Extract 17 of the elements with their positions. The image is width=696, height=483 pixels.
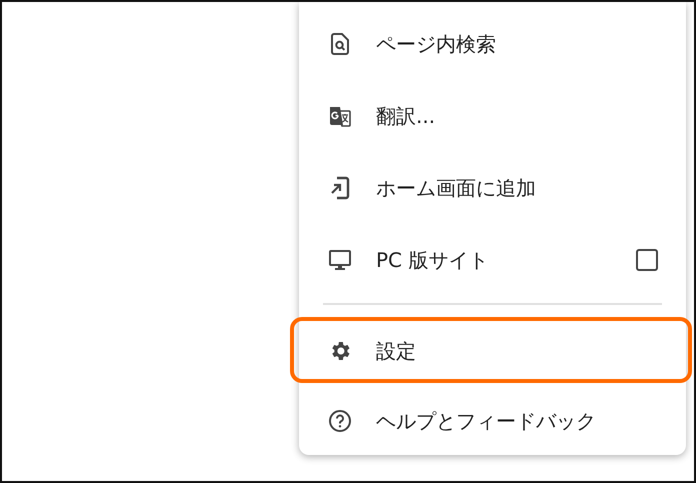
- search-icon: [328, 32, 352, 56]
- menu-item-label: 設定: [376, 338, 417, 364]
- menu-item[interactable]: 設定: [299, 315, 686, 387]
- menu-item[interactable]: ページ内検索: [299, 8, 686, 80]
- menu-item-label: ヘルプとフィードバック: [376, 408, 597, 434]
- menu-item-label: PC 版サイト: [376, 246, 490, 274]
- menu-item[interactable]: ホーム画面に追加: [299, 152, 686, 224]
- translate-icon: [328, 104, 352, 128]
- help-icon: [328, 409, 352, 433]
- menu-item[interactable]: 翻訳...: [299, 80, 686, 152]
- menu-item-label: ホーム画面に追加: [376, 174, 537, 202]
- menu-item-label: ページ内検索: [376, 30, 497, 58]
- checkbox[interactable]: [636, 249, 658, 271]
- menu-item-label: 翻訳...: [376, 102, 436, 130]
- menu-item[interactable]: PC 版サイト: [299, 224, 686, 296]
- menu-item[interactable]: ヘルプとフィードバック: [299, 387, 686, 455]
- monitor-icon: [328, 248, 352, 272]
